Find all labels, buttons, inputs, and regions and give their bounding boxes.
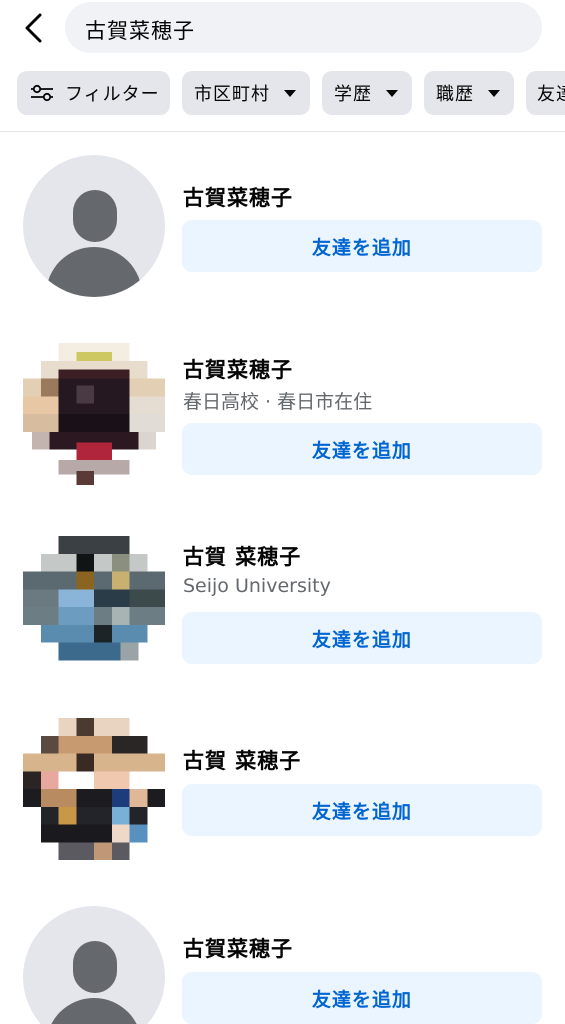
filter-label: フィルター xyxy=(65,84,160,105)
result-name[interactable]: 古賀菜穂子 xyxy=(183,182,293,212)
add-friend-label: 友達を追加 xyxy=(311,439,412,462)
search-input[interactable]: 古賀菜穂子 xyxy=(65,2,542,53)
default-avatar-icon xyxy=(73,190,117,242)
caret-down-icon xyxy=(488,89,500,97)
friends-filter-chip[interactable]: 友達 xyxy=(526,71,565,115)
work-filter-label: 職歴 xyxy=(436,84,474,105)
filter-button[interactable]: フィルター xyxy=(17,71,170,115)
sliders-icon xyxy=(31,84,53,102)
avatar[interactable] xyxy=(23,155,165,297)
result-name[interactable]: 古賀菜穂子 xyxy=(183,933,293,963)
add-friend-button[interactable]: 友達を追加 xyxy=(182,612,542,664)
education-filter-label: 学歴 xyxy=(334,84,372,105)
top-bar: 古賀菜穂子 xyxy=(0,0,565,60)
chevron-left-icon xyxy=(25,13,42,43)
city-filter-chip[interactable]: 市区町村 xyxy=(182,71,310,115)
pixelated-photo xyxy=(23,718,165,860)
filter-chips: フィルター 市区町村 学歴 職歴 友達 xyxy=(0,71,565,115)
work-filter-chip[interactable]: 職歴 xyxy=(424,71,514,115)
education-filter-chip[interactable]: 学歴 xyxy=(322,71,412,115)
pixelated-photo xyxy=(23,343,165,485)
add-friend-button[interactable]: 友達を追加 xyxy=(182,423,542,475)
avatar[interactable] xyxy=(23,718,165,860)
add-friend-label: 友達を追加 xyxy=(311,628,412,651)
divider xyxy=(0,131,565,132)
pixelated-photo xyxy=(23,536,165,661)
add-friend-label: 友達を追加 xyxy=(311,988,412,1011)
add-friend-label: 友達を追加 xyxy=(311,800,412,823)
result-subtitle: 春日高校 · 春日市在住 xyxy=(183,391,373,413)
result-name[interactable]: 古賀 菜穂子 xyxy=(183,541,301,571)
search-query: 古賀菜穂子 xyxy=(85,19,195,43)
avatar[interactable] xyxy=(23,536,165,678)
result-subtitle: Seijo University xyxy=(183,575,331,597)
friends-filter-label: 友達 xyxy=(537,84,565,105)
add-friend-button[interactable]: 友達を追加 xyxy=(182,972,542,1024)
default-avatar-icon xyxy=(73,941,117,993)
add-friend-button[interactable]: 友達を追加 xyxy=(182,220,542,272)
caret-down-icon xyxy=(284,89,296,97)
city-filter-label: 市区町村 xyxy=(194,84,270,105)
result-name[interactable]: 古賀 菜穂子 xyxy=(183,745,301,775)
back-button[interactable] xyxy=(18,10,52,46)
add-friend-label: 友達を追加 xyxy=(311,236,412,259)
add-friend-button[interactable]: 友達を追加 xyxy=(182,784,542,836)
caret-down-icon xyxy=(386,89,398,97)
avatar[interactable] xyxy=(23,343,165,485)
avatar[interactable] xyxy=(23,906,165,1024)
result-name[interactable]: 古賀菜穂子 xyxy=(183,354,293,384)
